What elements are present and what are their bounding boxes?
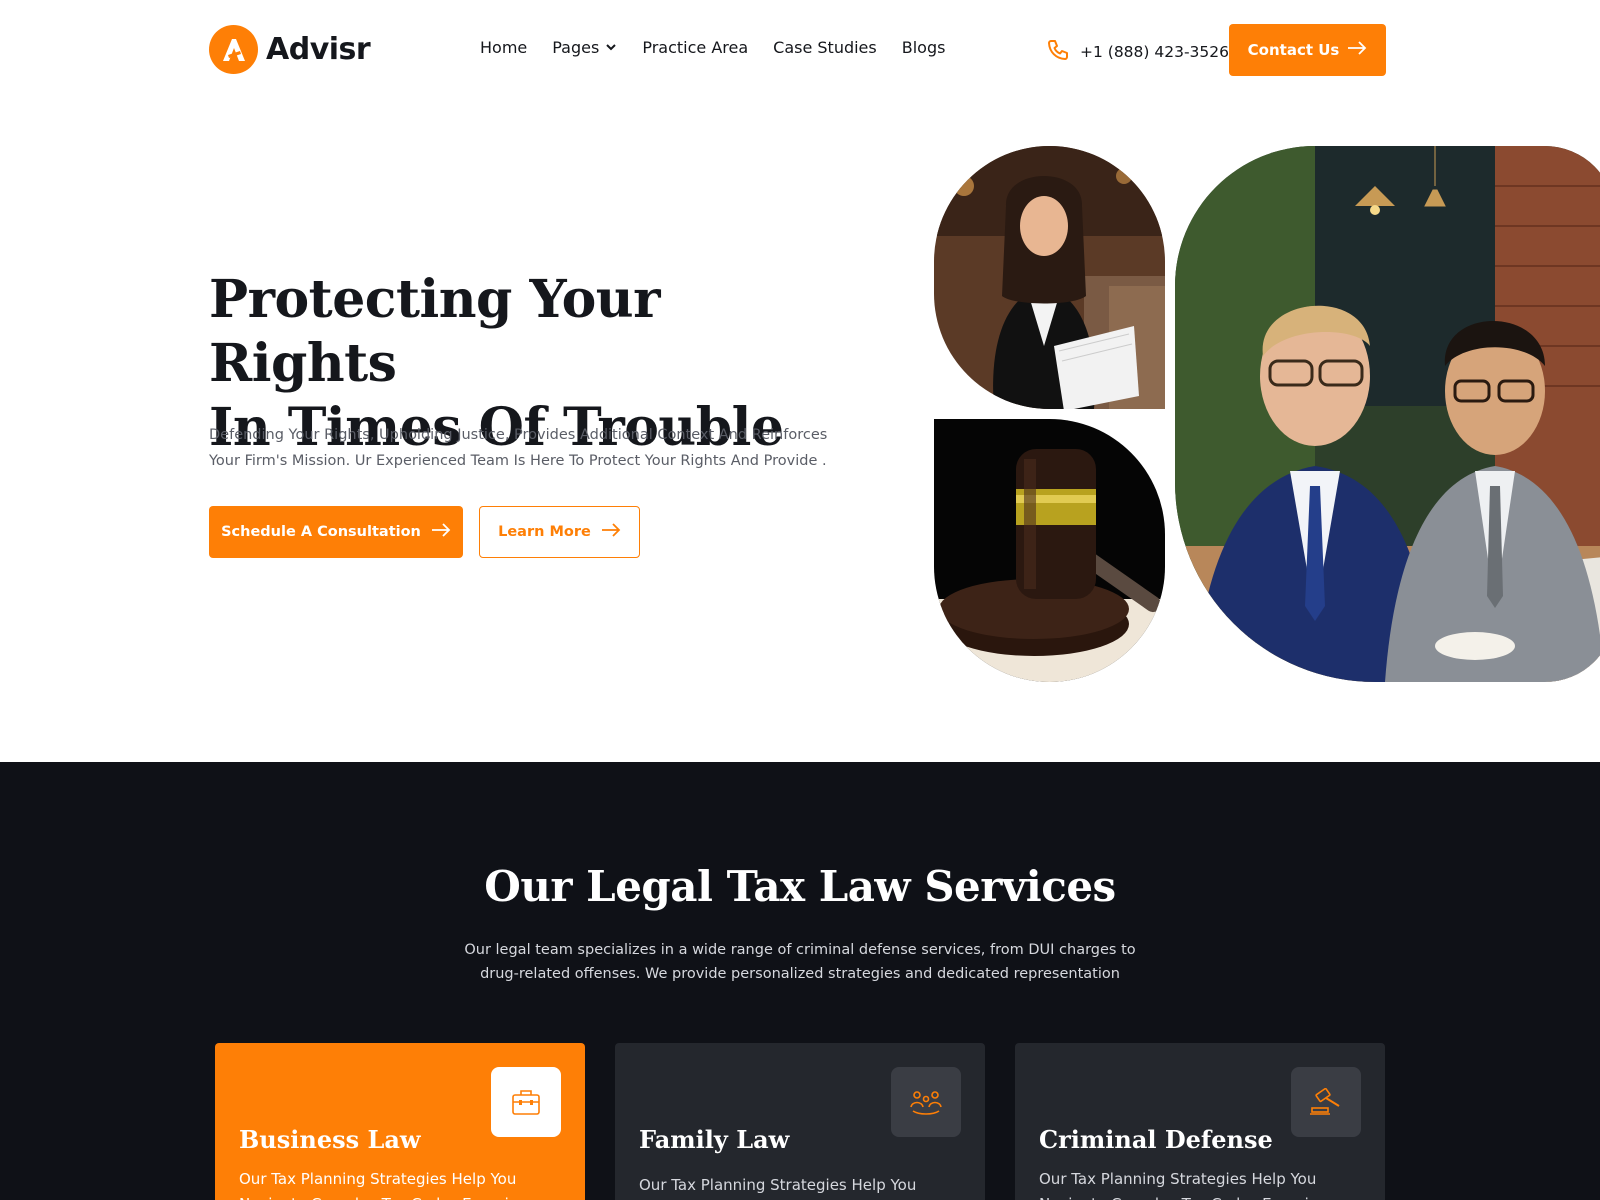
- card-title: Criminal Defense: [1039, 1125, 1273, 1154]
- hero-title-line1: Protecting Your Rights: [209, 269, 660, 394]
- contact-us-button[interactable]: Contact Us: [1229, 24, 1386, 76]
- brand-name: Advisr: [266, 32, 371, 67]
- site-header: Advisr Home Pages Practice Area Case Stu…: [0, 0, 1600, 100]
- schedule-consultation-label: Schedule A Consultation: [221, 524, 421, 540]
- contact-us-label: Contact Us: [1247, 41, 1340, 59]
- logo[interactable]: Advisr: [209, 25, 371, 74]
- card-title: Family Law: [639, 1125, 790, 1154]
- service-card-criminal-defense[interactable]: Criminal Defense Our Tax Planning Strate…: [1015, 1043, 1385, 1200]
- nav-item-label: Blogs: [901, 38, 946, 57]
- lawyers-meeting-photo: [1175, 146, 1600, 682]
- service-card-business-law[interactable]: Business Law Our Tax Planning Strategies…: [215, 1043, 585, 1200]
- arrow-right-icon: [601, 523, 621, 541]
- card-text: Our Tax Planning Strategies Help You Nav…: [1039, 1170, 1328, 1200]
- nav-item-practice-area[interactable]: Practice Area: [642, 38, 748, 57]
- learn-more-button[interactable]: Learn More: [479, 506, 640, 558]
- nav-item-case-studies[interactable]: Case Studies: [773, 38, 877, 57]
- lawyer-woman-photo: [934, 146, 1165, 409]
- arrow-right-icon: [1347, 41, 1367, 59]
- chevron-down-icon: [605, 38, 617, 57]
- briefcase-icon: [491, 1067, 561, 1137]
- nav-item-label: Practice Area: [642, 38, 749, 57]
- phone-icon: [1046, 38, 1070, 66]
- nav-item-pages[interactable]: Pages: [552, 38, 617, 57]
- nav-item-label: Case Studies: [773, 38, 877, 57]
- services-section: Our Legal Tax Law Services Our legal tea…: [0, 762, 1600, 1200]
- phone-number: +1 (888) 423-3526: [1080, 43, 1230, 61]
- gavel-icon: [1291, 1067, 1361, 1137]
- nav-item-label: Pages: [552, 38, 600, 57]
- nav-item-home[interactable]: Home: [480, 38, 527, 57]
- hero-description: Defending Your Rights, Upholding Justice…: [209, 427, 828, 469]
- card-title: Business Law: [239, 1125, 421, 1154]
- learn-more-label: Learn More: [498, 524, 591, 540]
- phone-link[interactable]: +1 (888) 423-3526: [1046, 38, 1229, 66]
- services-subtitle: Our legal team specializes in a wide ran…: [464, 942, 1136, 982]
- logo-mark-icon: [209, 25, 258, 74]
- service-card-family-law[interactable]: Family Law Our Tax Planning Strategies H…: [615, 1043, 985, 1200]
- services-title: Our Legal Tax Law Services: [484, 862, 1116, 911]
- lawyers-meeting-photo-frame: [1175, 146, 1600, 682]
- card-text: Our Tax Planning Strategies Help You Nav…: [239, 1170, 528, 1200]
- gavel-photo: [934, 419, 1165, 682]
- family-icon: [891, 1067, 961, 1137]
- schedule-consultation-button[interactable]: Schedule A Consultation: [209, 506, 463, 558]
- arrow-right-icon: [431, 523, 451, 541]
- nav-item-label: Home: [480, 38, 528, 57]
- card-text: Our Tax Planning Strategies Help You: [639, 1176, 917, 1194]
- nav-item-blogs[interactable]: Blogs: [902, 38, 946, 57]
- main-nav: Home Pages Practice Area Case Studies Bl…: [480, 38, 970, 57]
